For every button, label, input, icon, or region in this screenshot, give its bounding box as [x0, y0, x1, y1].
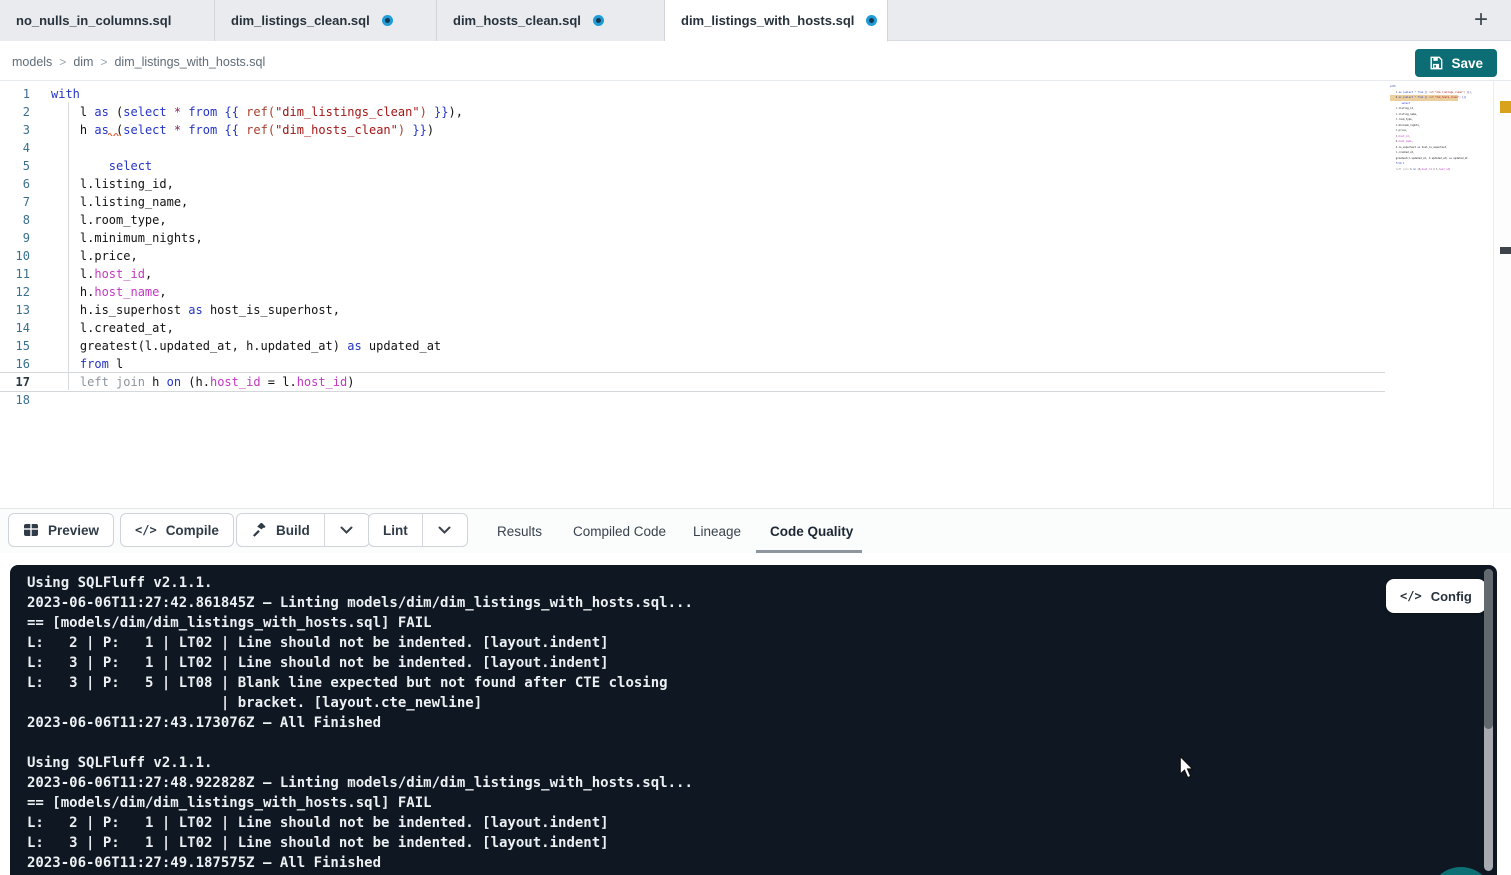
terminal-line [27, 733, 693, 753]
tab-bar: no_nulls_in_columns.sql dim_listings_cle… [0, 0, 1511, 41]
code-line[interactable]: l.listing_id, [0, 175, 1385, 193]
code-editor[interactable]: 123456789101112131415161718 with l as (s… [0, 81, 1511, 509]
code-brackets-icon: </> [135, 523, 157, 537]
tab-compiled-code[interactable]: Compiled Code [573, 509, 666, 553]
code-line[interactable] [0, 391, 1385, 409]
terminal-panel: Using SQLFluff v2.1.1.2023-06-06T11:27:4… [10, 565, 1497, 875]
code-line[interactable]: l as (select * from {{ ref("dim_listings… [0, 103, 1385, 121]
terminal-line: 2023-06-06T11:27:48.922828Z — Linting mo… [27, 773, 693, 793]
preview-button[interactable]: Preview [8, 513, 114, 547]
code-line[interactable]: l.created_at, [0, 319, 1385, 337]
tab-label: no_nulls_in_columns.sql [16, 13, 171, 28]
lint-squiggle-icon [108, 132, 121, 136]
code-line[interactable]: from l [0, 355, 1385, 373]
build-button[interactable]: Build [237, 514, 325, 546]
terminal-line: 2023-06-06T11:27:49.187575Z — All Finish… [27, 853, 693, 873]
save-button-label: Save [1451, 56, 1483, 71]
breadcrumb-item-dim[interactable]: dim [73, 55, 93, 69]
floppy-disk-icon [1429, 56, 1443, 70]
terminal-line: Using SQLFluff v2.1.1. [27, 753, 693, 773]
tab-label: dim_listings_clean.sql [231, 13, 370, 28]
tab-no-nulls-in-columns[interactable]: no_nulls_in_columns.sql [0, 0, 215, 41]
tab-label: dim_listings_with_hosts.sql [681, 13, 854, 28]
code-brackets-icon: </> [1400, 589, 1422, 603]
code-line[interactable]: h.is_superhost as host_is_superhost, [0, 301, 1385, 319]
tab-code-quality[interactable]: Code Quality [770, 509, 853, 553]
preview-button-label: Preview [48, 523, 99, 538]
code-line[interactable] [0, 139, 1385, 157]
terminal-line: == [models/dim/dim_listings_with_hosts.s… [27, 793, 693, 813]
terminal-scrollbar-thumb[interactable] [1484, 569, 1493, 729]
build-options-chevron[interactable] [325, 514, 369, 546]
code-line[interactable]: l.price, [0, 247, 1385, 265]
code-line[interactable]: l.room_type, [0, 211, 1385, 229]
lint-button[interactable]: Lint [369, 514, 423, 546]
hammer-icon [251, 522, 267, 538]
minimap-line: left join h on (h.host_id = l.host_id) [1390, 167, 1458, 173]
terminal-line: L: 3 | P: 1 | LT02 | Line should not be … [27, 653, 693, 673]
compile-button[interactable]: </> Compile [120, 513, 234, 547]
breadcrumb-item-file[interactable]: dim_listings_with_hosts.sql [114, 55, 265, 69]
chevron-down-icon [340, 526, 353, 534]
terminal-line: | bracket. [layout.cte_newline] [27, 693, 693, 713]
unsaved-changes-dot-icon [866, 15, 877, 26]
tab-dim-hosts-clean[interactable]: dim_hosts_clean.sql [437, 0, 665, 41]
code-line[interactable]: l.listing_name, [0, 193, 1385, 211]
terminal-line: Using SQLFluff v2.1.1. [27, 573, 693, 593]
code-line[interactable]: left join h on (h.host_id = l.host_id) [0, 373, 1385, 391]
lint-options-chevron[interactable] [423, 514, 467, 546]
code-line[interactable]: l.host_id, [0, 265, 1385, 283]
terminal-line: L: 2 | P: 1 | LT02 | Line should not be … [27, 633, 693, 653]
code-line[interactable]: greatest(l.updated_at, h.updated_at) as … [0, 337, 1385, 355]
code-line[interactable]: h as (select * from {{ ref("dim_hosts_cl… [0, 121, 1385, 139]
minimap[interactable]: with l as (select * from {{ ref("dim_lis… [1390, 84, 1458, 172]
tab-results[interactable]: Results [497, 509, 542, 553]
terminal-line: L: 3 | P: 5 | LT08 | Blank line expected… [27, 673, 693, 693]
build-split-button: Build [236, 513, 370, 547]
breadcrumb: models > dim > dim_listings_with_hosts.s… [12, 42, 265, 81]
code-line[interactable]: select [0, 157, 1385, 175]
build-button-label: Build [276, 523, 310, 538]
config-button-label: Config [1431, 589, 1472, 604]
tab-label: dim_hosts_clean.sql [453, 13, 581, 28]
tab-dim-listings-clean[interactable]: dim_listings_clean.sql [215, 0, 437, 41]
new-tab-button[interactable]: + [1465, 4, 1497, 36]
terminal-line: L: 3 | P: 1 | LT02 | Line should not be … [27, 833, 693, 853]
scroll-annotation-marker [1500, 101, 1511, 113]
lint-button-label: Lint [383, 523, 408, 538]
lint-split-button: Lint [368, 513, 468, 547]
terminal-line: L: 2 | P: 1 | LT02 | Line should not be … [27, 813, 693, 833]
save-button[interactable]: Save [1415, 49, 1497, 77]
code-lines[interactable]: with l as (select * from {{ ref("dim_lis… [0, 85, 1385, 409]
unsaved-changes-dot-icon [593, 15, 604, 26]
editor-scroll-gutter [1493, 81, 1511, 508]
code-line[interactable]: h.host_name, [0, 283, 1385, 301]
code-line[interactable]: with [0, 85, 1385, 103]
unsaved-changes-dot-icon [382, 15, 393, 26]
breadcrumb-item-models[interactable]: models [12, 55, 52, 69]
terminal-line: 2023-06-06T11:27:42.861845Z — Linting mo… [27, 593, 693, 613]
breadcrumb-separator: > [59, 55, 66, 69]
compile-button-label: Compile [166, 523, 219, 538]
breadcrumb-bar: models > dim > dim_listings_with_hosts.s… [0, 42, 1511, 81]
tab-dim-listings-with-hosts[interactable]: dim_listings_with_hosts.sql [665, 0, 888, 42]
terminal-line: 2023-06-06T11:27:43.173076Z — All Finish… [27, 713, 693, 733]
editor-scrollbar-thumb[interactable] [1500, 247, 1511, 254]
code-line[interactable]: l.minimum_nights, [0, 229, 1385, 247]
table-grid-icon [23, 522, 39, 538]
action-toolbar: Preview </> Compile Build Lint Resu [0, 509, 1511, 553]
terminal-line: == [models/dim/dim_listings_with_hosts.s… [27, 613, 693, 633]
config-button[interactable]: </> Config [1386, 579, 1486, 613]
breadcrumb-separator: > [100, 55, 107, 69]
chevron-down-icon [438, 526, 451, 534]
terminal-output: Using SQLFluff v2.1.1.2023-06-06T11:27:4… [27, 573, 693, 873]
tab-lineage[interactable]: Lineage [693, 509, 741, 553]
active-tab-underline [756, 550, 862, 553]
